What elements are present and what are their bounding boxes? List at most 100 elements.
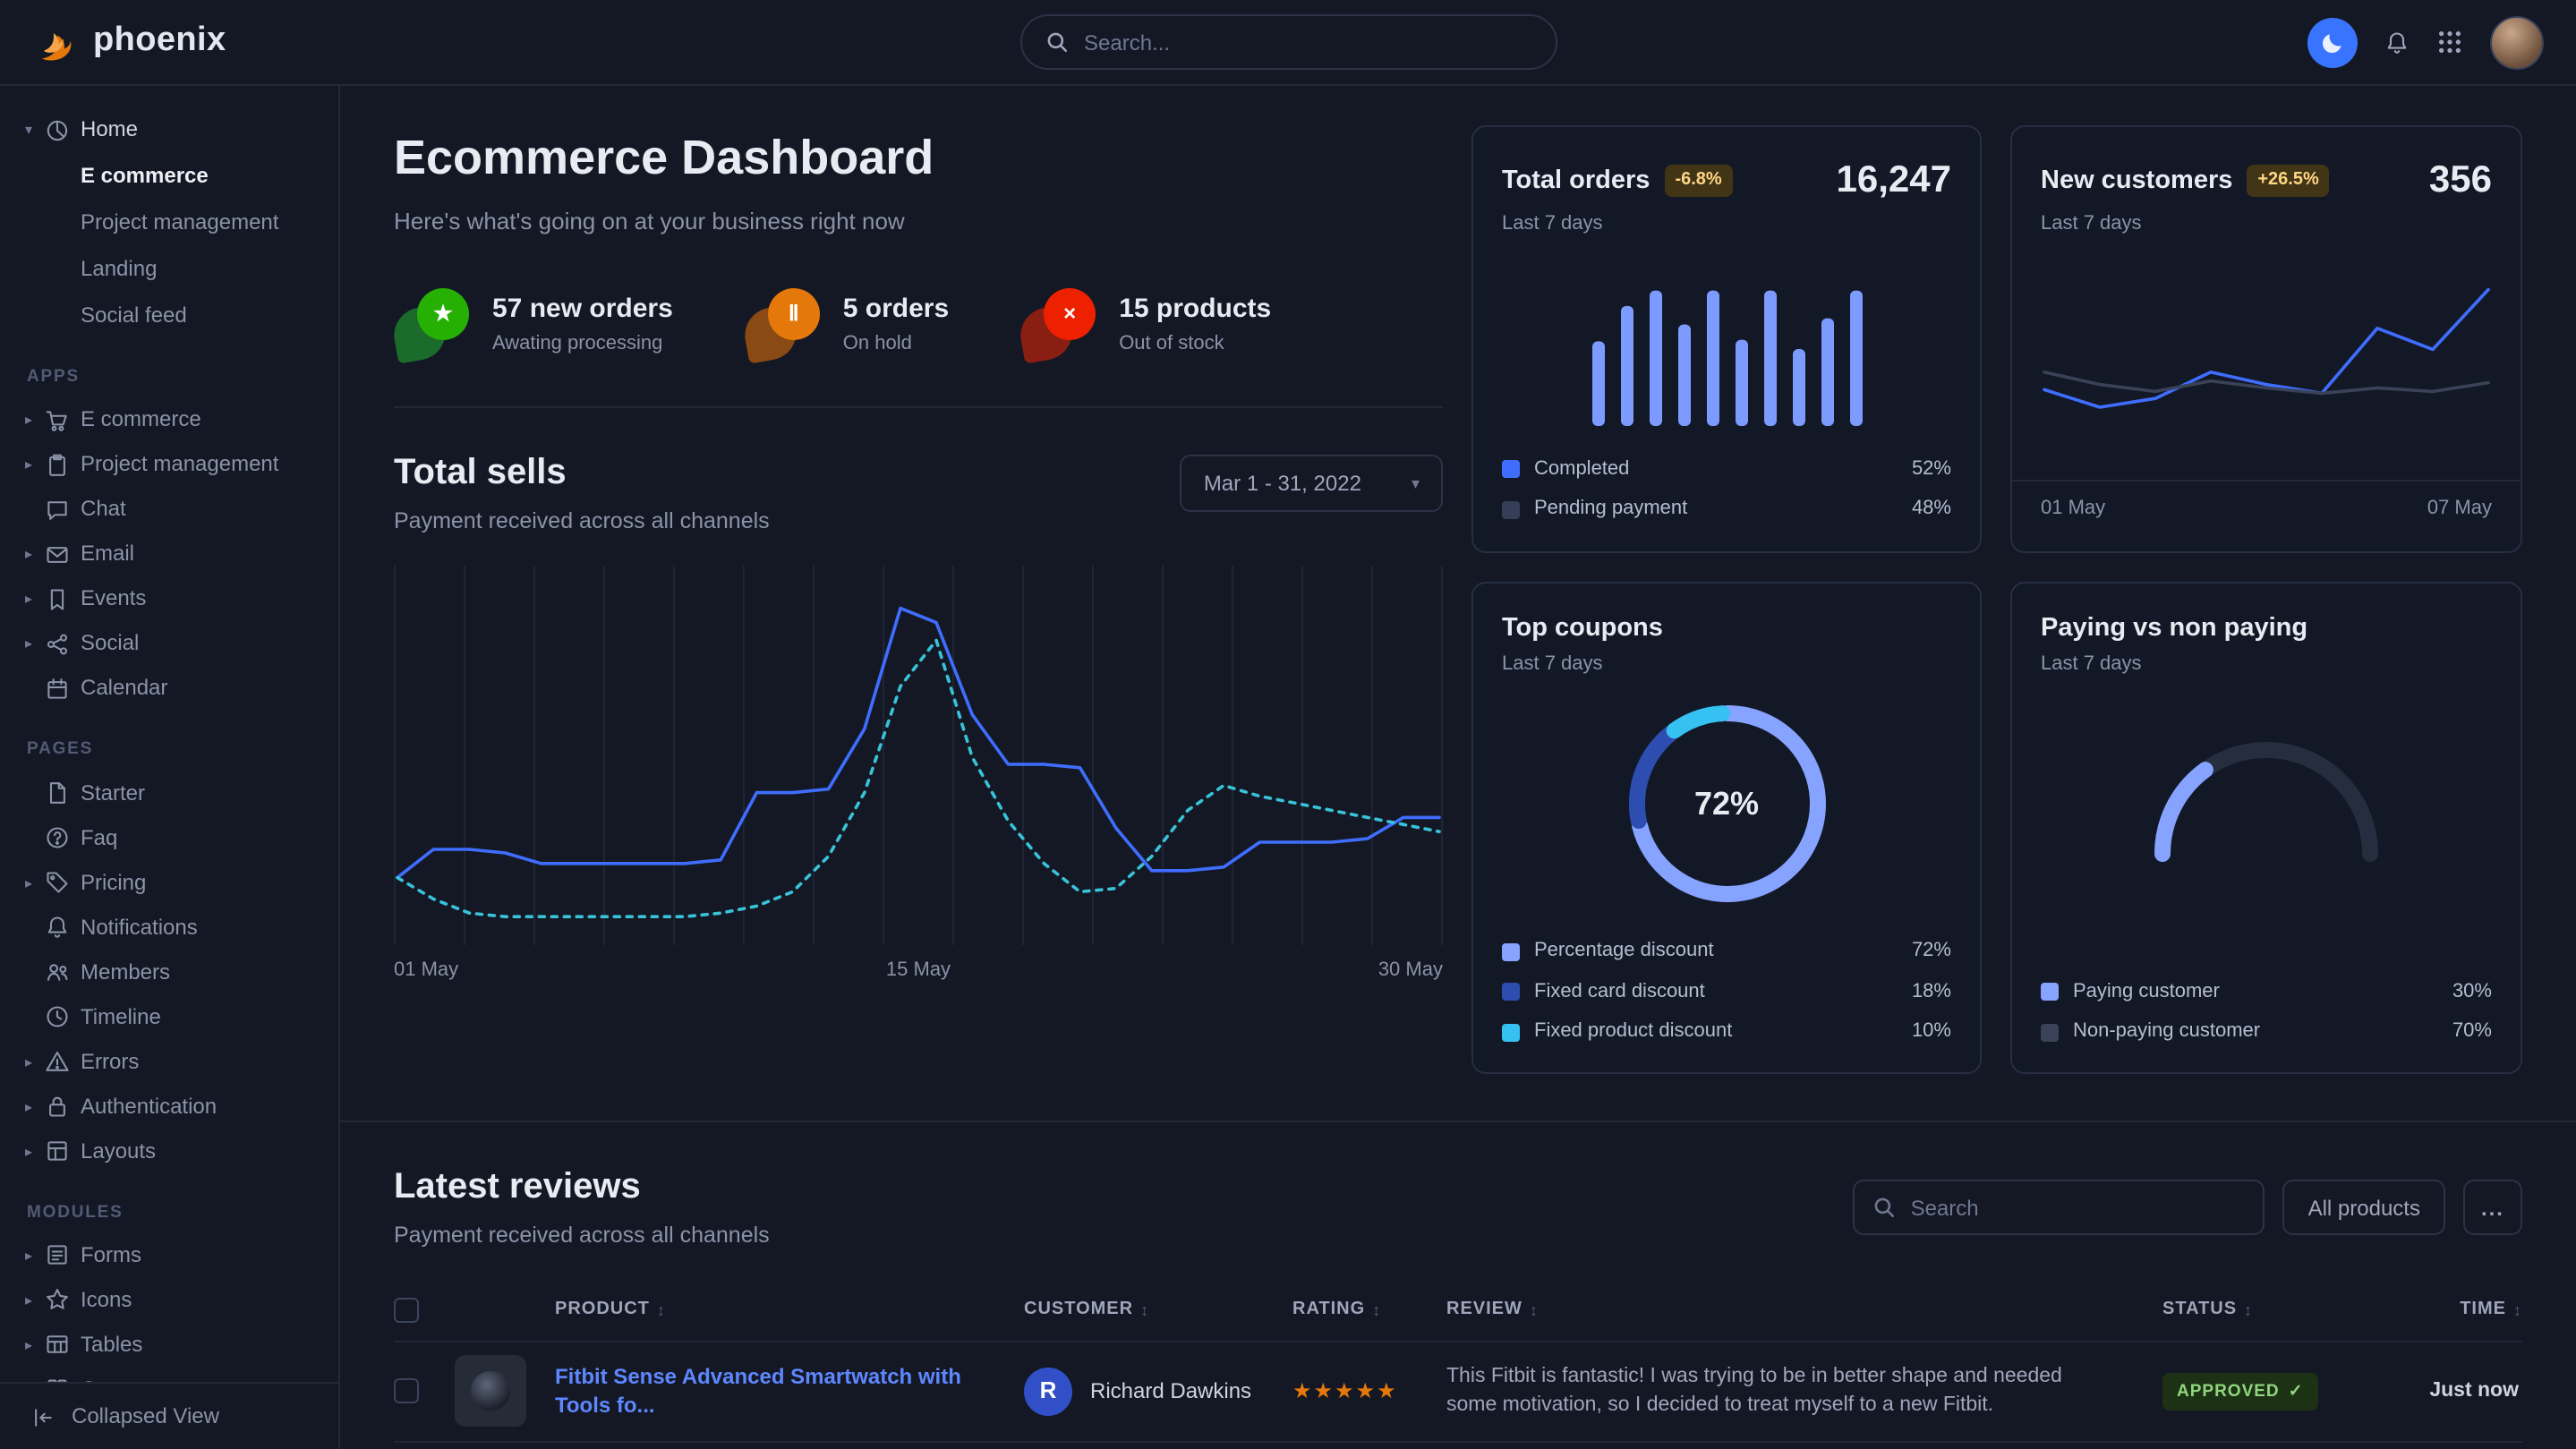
column-header-status[interactable]: STATUS↕ xyxy=(2162,1299,2363,1324)
customer-name: Richard Dawkins xyxy=(1090,1377,1251,1407)
table-icon xyxy=(45,1333,81,1358)
sidebar-item-authentication[interactable]: ▸ Authentication xyxy=(25,1084,324,1129)
top-navbar: phoenix xyxy=(0,0,2576,86)
x-tick: 07 May xyxy=(2427,496,2492,524)
reviews-table: PRODUCT↕ CUSTOMER↕ RATING↕ REVIEW↕ STATU… xyxy=(394,1282,2522,1449)
collapsed-view-toggle[interactable]: Collapsed View xyxy=(0,1382,338,1449)
sort-icon: ↕ xyxy=(2244,1300,2253,1322)
sidebar-item-ecommerce-dashboard[interactable]: E commerce xyxy=(25,152,324,199)
caret-right-icon: ▸ xyxy=(25,589,45,609)
legend-item: Pending payment 48% xyxy=(1502,496,1951,524)
sidebar-item-project-management-app[interactable]: ▸ Project management xyxy=(25,443,324,488)
collapse-icon xyxy=(30,1404,55,1429)
sidebar-item-ecommerce-app[interactable]: ▸ E commerce xyxy=(25,398,324,443)
user-avatar[interactable] xyxy=(2490,15,2544,69)
share-icon xyxy=(45,632,81,657)
paying-gauge-chart xyxy=(2132,712,2401,869)
sidebar-item-components[interactable]: ▸ Components xyxy=(25,1368,324,1382)
sidebar-item-social-feed[interactable]: Social feed xyxy=(25,292,324,338)
sidebar-item-email[interactable]: ▸ Email xyxy=(25,533,324,577)
sidebar-item-tables[interactable]: ▸ Tables xyxy=(25,1323,324,1368)
sidebar-item-members[interactable]: Members xyxy=(25,950,324,994)
total-orders-value: 16,247 xyxy=(1837,154,1951,207)
sidebar-item-landing[interactable]: Landing xyxy=(25,245,324,292)
file-icon xyxy=(45,780,81,805)
legend-item: Percentage discount 72% xyxy=(1502,939,1951,967)
sidebar-item-home[interactable]: ▾ Home xyxy=(25,107,324,152)
sidebar-item-pricing[interactable]: ▸ Pricing xyxy=(25,860,324,905)
section-divider xyxy=(340,1121,2576,1123)
global-search-input[interactable] xyxy=(1084,30,1531,55)
paying-vs-nonpaying-card: Paying vs non paying Last 7 days Paying … xyxy=(2010,581,2522,1075)
sidebar: ▾ Home E commerce Project management Lan… xyxy=(0,86,340,1449)
sidebar-item-icons[interactable]: ▸ Icons xyxy=(25,1278,324,1323)
column-header-review[interactable]: REVIEW↕ xyxy=(1446,1299,2162,1324)
column-header-time[interactable]: TIME↕ xyxy=(2363,1299,2522,1324)
app: phoenix ▾ Home E commerce Pr xyxy=(0,0,2576,1449)
total-sells-chart xyxy=(394,567,1443,946)
table-row: iPhone 13 pro max-Pacific Blue-128GB sto… xyxy=(394,1443,2522,1449)
change-badge: +26.5% xyxy=(2247,164,2329,196)
sidebar-item-starter[interactable]: Starter xyxy=(25,771,324,815)
caret-right-icon: ▸ xyxy=(25,1096,45,1116)
product-thumbnail[interactable] xyxy=(455,1356,526,1428)
bell-icon xyxy=(45,915,81,940)
notifications-bell-icon[interactable] xyxy=(2384,30,2410,55)
chat-icon xyxy=(45,498,81,523)
theme-toggle-button[interactable] xyxy=(2307,17,2358,67)
legend-item: Fixed card discount 18% xyxy=(1502,978,1951,1006)
reviews-search-input[interactable] xyxy=(1911,1195,2246,1220)
select-all-checkbox[interactable] xyxy=(394,1299,419,1324)
x-icon: × xyxy=(1044,288,1096,340)
sort-icon: ↕ xyxy=(1140,1300,1149,1322)
sidebar-section-modules: MODULES xyxy=(27,1200,324,1224)
reviews-search[interactable] xyxy=(1854,1180,2265,1235)
sidebar-item-forms[interactable]: ▸ Forms xyxy=(25,1233,324,1278)
stat-orders-on-hold: Ⅱ 5 orders On hold xyxy=(745,288,949,360)
sidebar-item-faq[interactable]: Faq xyxy=(25,815,324,860)
caret-right-icon: ▸ xyxy=(25,1246,45,1266)
envelope-icon xyxy=(45,542,81,567)
more-options-button[interactable]: ... xyxy=(2463,1180,2522,1235)
x-tick: 01 May xyxy=(2041,496,2105,524)
caret-right-icon: ▸ xyxy=(25,410,45,430)
brand-logo[interactable]: phoenix xyxy=(32,18,340,65)
sidebar-item-project-management-dashboard[interactable]: Project management xyxy=(25,199,324,245)
product-link[interactable]: Fitbit Sense Advanced Smartwatch with To… xyxy=(555,1361,1024,1421)
sidebar-item-events[interactable]: ▸ Events xyxy=(25,577,324,622)
date-range-select[interactable]: Mar 1 - 31, 2022 ▾ xyxy=(1181,455,1443,512)
clock-icon xyxy=(45,1004,81,1029)
sidebar-item-social[interactable]: ▸ Social xyxy=(25,622,324,667)
customer-avatar[interactable]: R xyxy=(1024,1368,1072,1416)
sidebar-item-timeline[interactable]: Timeline xyxy=(25,994,324,1039)
column-header-product[interactable]: PRODUCT↕ xyxy=(555,1299,1024,1324)
app-grid-icon[interactable] xyxy=(2436,29,2463,55)
global-search[interactable] xyxy=(1019,14,1557,70)
column-header-rating[interactable]: RATING↕ xyxy=(1292,1299,1446,1324)
sort-icon: ↕ xyxy=(657,1300,666,1322)
legend-item: Fixed product discount 10% xyxy=(1502,1019,1951,1046)
sidebar-item-notifications[interactable]: Notifications xyxy=(25,905,324,950)
table-row: Fitbit Sense Advanced Smartwatch with To… xyxy=(394,1342,2522,1443)
caret-right-icon: ▸ xyxy=(25,634,45,653)
top-coupons-card: Top coupons Last 7 days 72% Percentage d… xyxy=(1471,581,1982,1075)
row-checkbox[interactable] xyxy=(394,1379,419,1404)
sidebar-item-errors[interactable]: ▸ Errors xyxy=(25,1039,324,1084)
total-orders-bar-chart xyxy=(1574,261,1879,426)
x-tick: 01 May xyxy=(394,959,458,986)
review-time: Just now xyxy=(2363,1377,2522,1406)
users-icon xyxy=(45,959,81,984)
check-icon: ✓ xyxy=(2289,1380,2304,1404)
column-header-customer[interactable]: CUSTOMER↕ xyxy=(1024,1299,1292,1324)
sidebar-item-layouts[interactable]: ▸ Layouts xyxy=(25,1129,324,1173)
legend-item: Non-paying customer 70% xyxy=(2041,1019,2492,1046)
stat-out-of-stock: × 15 products Out of stock xyxy=(1020,288,1271,360)
sidebar-item-calendar[interactable]: Calendar xyxy=(25,667,324,712)
pause-icon: Ⅱ xyxy=(768,288,820,340)
caret-right-icon: ▸ xyxy=(25,1335,45,1355)
all-products-button[interactable]: All products xyxy=(2283,1180,2445,1235)
new-customers-line-chart xyxy=(2041,261,2492,462)
caret-right-icon: ▸ xyxy=(25,1291,45,1310)
sidebar-item-chat[interactable]: Chat xyxy=(25,488,324,533)
caret-right-icon: ▸ xyxy=(25,1141,45,1161)
